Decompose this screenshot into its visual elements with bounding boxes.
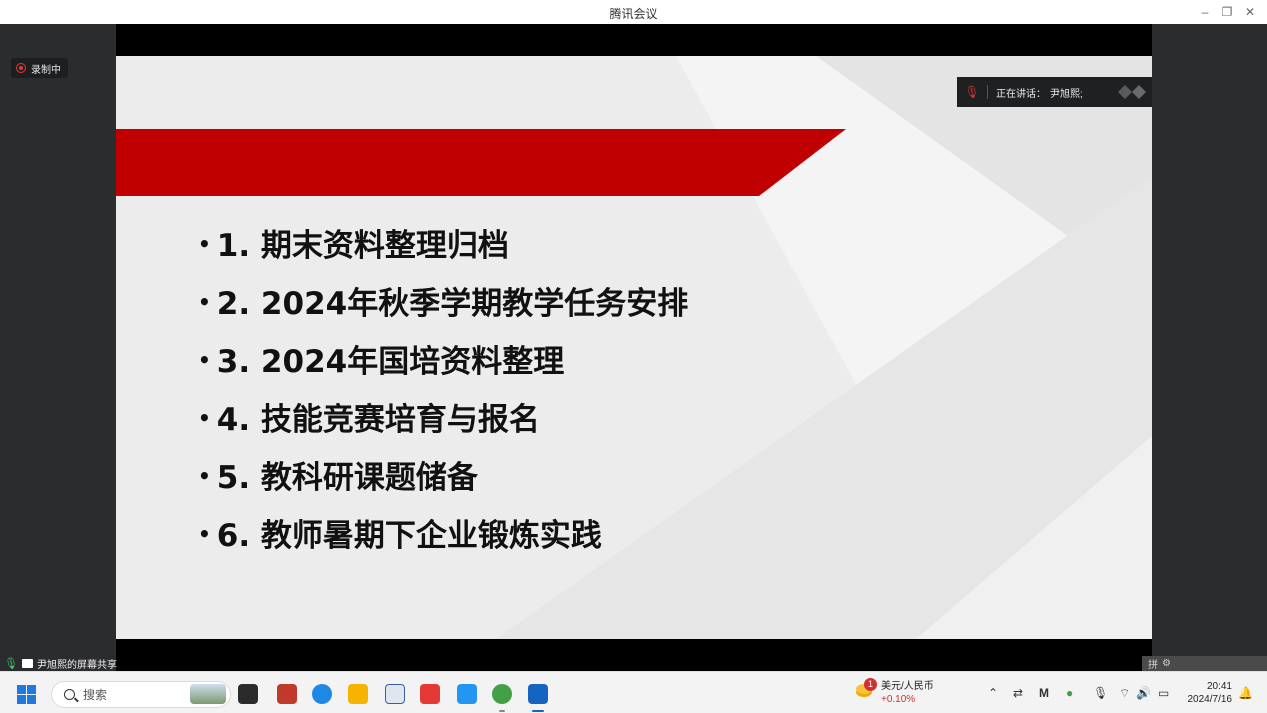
recording-label: 录制中 <box>31 64 61 76</box>
running-indicator <box>499 710 505 712</box>
minimize-button[interactable]: – <box>1196 3 1214 21</box>
bullet-item: • 6. 教师暑期下企业锻炼实践 <box>198 518 602 554</box>
notification-badge: 1 <box>864 678 877 691</box>
window-titlebar: 腾讯会议 – ❐ ✕ <box>0 0 1267 24</box>
monitor-app-icon[interactable] <box>385 684 405 704</box>
speaking-label: 正在讲话： <box>996 88 1046 100</box>
tencent-meeting-icon[interactable] <box>528 684 548 704</box>
file-explorer-icon[interactable] <box>348 684 368 704</box>
search-placeholder: 搜索 <box>83 688 108 702</box>
presentation-slide: • 1. 期末资料整理归档 • 2. 2024年秋季学期教学任务安排 • 3. 202… <box>116 56 1152 639</box>
transfer-icon[interactable]: ⇄ <box>1013 686 1023 700</box>
wechat-icon[interactable] <box>492 684 512 704</box>
search-icon <box>64 689 75 700</box>
ime-settings-icon[interactable]: ⚙ <box>1162 658 1171 669</box>
speaker-mic-icon: 🎙 <box>964 85 980 99</box>
bullet-item: • 3. 2024年国培资料整理 <box>198 344 565 380</box>
active-speaker-panel[interactable]: 🎙 正在讲话： 尹旭熙; <box>957 77 1152 107</box>
divider <box>987 85 988 99</box>
slide-bullet-list: • 1. 期末资料整理归档 • 2. 2024年秋季学期教学任务安排 • 3. 202… <box>198 220 688 568</box>
wechat-tray-icon[interactable]: ● <box>1066 686 1073 700</box>
monitor-tray-icon[interactable]: M <box>1039 686 1049 700</box>
ime-mode[interactable]: 拼 <box>1148 656 1158 671</box>
notification-icon[interactable]: 🔔 <box>1238 686 1253 700</box>
speaker-name: 尹旭熙; <box>1050 88 1083 100</box>
active-indicator <box>532 710 544 712</box>
chevron-up-icon[interactable]: ⌃ <box>988 686 998 700</box>
record-icon <box>16 63 26 73</box>
battery-icon[interactable]: ▭ <box>1158 686 1169 700</box>
app-store-icon[interactable] <box>420 684 440 704</box>
speaker-wave-icon <box>1118 85 1146 99</box>
screen-share-icon <box>21 658 33 668</box>
currency-change: +0.10% <box>881 694 916 705</box>
meeting-stage: 录制中 • 1. 期末资料整理归档 • 2. 2024年秋季学期教学任务安排 • 3.… <box>0 24 1267 671</box>
recording-indicator[interactable]: 录制中 <box>11 58 68 78</box>
windows-start-icon[interactable] <box>17 685 36 704</box>
slide-red-banner <box>116 129 846 196</box>
taskbar: 搜索 1 美元/人民币 +0.10% ⌃ ⇄ M ● 🎙 ⌔ � <box>0 671 1267 713</box>
bullet-item: • 5. 教科研课题储备 <box>198 460 478 496</box>
screen-share-label: 🎙 尹旭熙的屏幕共享 <box>4 657 117 671</box>
microphone-icon[interactable]: 🎙 <box>1093 686 1108 700</box>
cloud-drive-icon[interactable] <box>457 684 477 704</box>
wifi-icon[interactable]: ⌔ <box>1119 686 1130 701</box>
currency-pair: 美元/人民币 <box>881 681 934 692</box>
restore-button[interactable]: ❐ <box>1218 3 1236 21</box>
bullet-item: • 2. 2024年秋季学期教学任务安排 <box>198 286 689 322</box>
ime-toolbar[interactable]: 拼 ⚙ <box>1142 656 1267 671</box>
clock-time: 20:41 <box>1206 681 1232 692</box>
weather-widget-icon[interactable] <box>190 684 226 704</box>
desktop: 腾讯会议 – ❐ ✕ 录制中 • 1. 期末资料整理归档 • 2. 2024年秋季学… <box>0 0 1267 713</box>
bullet-item: • 4. 技能竞赛培育与报名 <box>198 402 540 438</box>
window-title: 腾讯会议 <box>609 7 658 21</box>
system-clock[interactable]: 20:41 2024/7/16 <box>1186 680 1233 706</box>
currency-icon: 1 <box>855 678 877 700</box>
task-view-icon[interactable] <box>238 684 258 704</box>
close-button[interactable]: ✕ <box>1241 3 1259 21</box>
clock-date: 2024/7/16 <box>1187 694 1233 705</box>
app-red-car-icon[interactable] <box>277 684 297 704</box>
mic-on-icon: 🎙 <box>4 657 18 670</box>
bullet-item: • 1. 期末资料整理归档 <box>198 228 509 264</box>
volume-icon[interactable]: 🔊 <box>1136 686 1151 700</box>
edge-browser-icon[interactable] <box>312 684 332 704</box>
currency-widget[interactable]: 1 美元/人民币 +0.10% <box>855 678 934 706</box>
